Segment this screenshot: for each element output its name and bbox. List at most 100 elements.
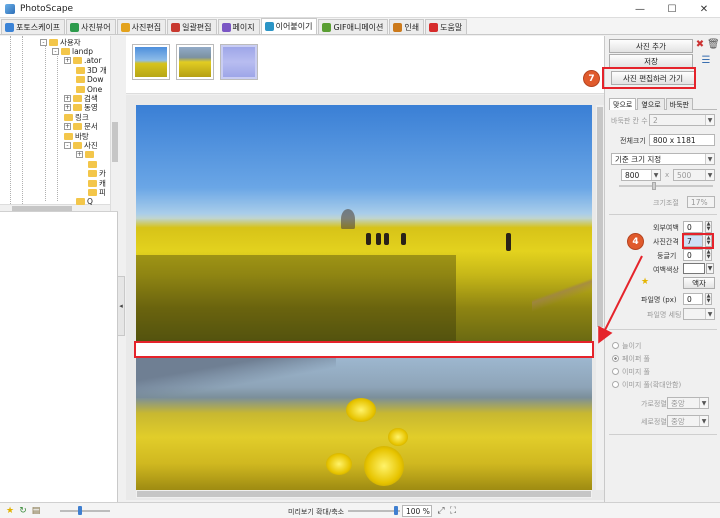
fit-to-window-icon[interactable]: ⤢ — [436, 506, 446, 516]
menu-list-icon[interactable]: ☰ — [695, 55, 717, 67]
scroll-thumb[interactable] — [112, 122, 118, 162]
tab-0[interactable]: 포토스케이프 — [1, 19, 66, 34]
expand-icon[interactable]: + — [64, 94, 71, 102]
title-bar: PhotoScape — ☐ ✕ — [0, 0, 720, 18]
total-size-label: 전체크기 — [620, 137, 646, 145]
tree-vertical-scrollbar[interactable] — [110, 36, 118, 211]
tab-3[interactable]: 일괄편집 — [167, 19, 217, 34]
tab-5[interactable]: 이어붙이기 — [260, 18, 318, 34]
expand-icon[interactable]: + — [64, 104, 71, 112]
folder-icon[interactable]: ▤ — [31, 506, 41, 516]
folder-icon — [76, 85, 85, 93]
radio-paper-fill[interactable] — [612, 355, 619, 362]
tab-label: 이어붙이기 — [275, 22, 313, 31]
folder-tree[interactable]: - 사용자 - landp + .ator 3D 개 Dow One + 검색 + 동영 링크 + 문서 바탕 -… — [0, 36, 118, 212]
tab-label: 사진뷰어 — [81, 22, 111, 32]
tree-item-label: Q — [87, 197, 93, 207]
file-size-stepper[interactable]: ▲ ▼ — [705, 293, 712, 305]
width-select[interactable]: 800 ▼ — [621, 169, 661, 181]
tab-icon — [120, 22, 130, 32]
vertical-align-label: 세로정렬 — [641, 418, 667, 426]
tab-1[interactable]: 사진뷰어 — [66, 19, 116, 34]
zoom-slider[interactable] — [348, 510, 400, 512]
frame-button[interactable]: 액자 — [683, 277, 715, 289]
margin-color-swatch[interactable] — [683, 263, 705, 274]
actual-size-icon[interactable]: ⛶ — [448, 506, 458, 516]
scale-slider[interactable] — [619, 185, 713, 187]
save-button[interactable]: 저장 — [609, 54, 693, 68]
thumb-size-slider-knob[interactable] — [78, 506, 82, 515]
height-select[interactable]: 500 ▼ — [673, 169, 715, 181]
tab-icon — [393, 22, 403, 32]
section-divider — [609, 329, 717, 330]
app-icon — [5, 3, 15, 14]
grid-count-select[interactable]: 2 ▼ — [649, 114, 715, 126]
collapse-icon[interactable]: - — [40, 38, 47, 46]
tab-2[interactable]: 사진편집 — [116, 19, 167, 34]
tab-vertical[interactable]: 맞으로 — [609, 98, 637, 110]
tree-item[interactable]: Q — [76, 197, 93, 207]
thumb-size-slider[interactable] — [60, 510, 110, 512]
tab-grid[interactable]: 바둑판 — [665, 98, 693, 110]
vertical-align-select[interactable]: 중앙 ▼ — [667, 415, 709, 427]
radio-image-fill[interactable] — [612, 368, 619, 375]
zoom-value[interactable]: 100 % — [402, 505, 432, 517]
radio-image-fill-no-zoom[interactable] — [612, 381, 619, 388]
close-button[interactable]: ✕ — [688, 0, 720, 18]
horizontal-align-select[interactable]: 중앙 ▼ — [667, 397, 709, 409]
filename-setting-select[interactable]: ▼ — [683, 308, 715, 320]
rounding-input[interactable]: 0 — [683, 249, 703, 261]
tab-6[interactable]: GIF애니메이션 — [318, 19, 389, 34]
scale-slider-knob[interactable] — [652, 182, 656, 190]
rotate-icon[interactable]: ↻ — [18, 506, 28, 516]
folder-icon — [85, 151, 94, 159]
collapse-icon[interactable]: - — [64, 141, 71, 149]
folder-icon — [73, 141, 82, 149]
trash-icon[interactable]: 🗑 — [707, 39, 720, 51]
base-size-select[interactable]: 기준 크기 지정 ▼ — [611, 153, 715, 165]
tab-4[interactable]: 페이지 — [217, 19, 260, 34]
color-dropdown-icon[interactable]: ▼ — [706, 263, 714, 274]
tab-8[interactable]: 도움말 — [425, 19, 468, 34]
rounding-stepper[interactable]: ▲ ▼ — [705, 249, 712, 261]
minimize-button[interactable]: — — [624, 0, 656, 18]
tab-label: 사진편집 — [131, 22, 162, 32]
canvas-vertical-scrollbar[interactable] — [596, 105, 604, 490]
tab-horizontal[interactable]: 옆으로 — [637, 98, 665, 110]
thumbnail-strip — [126, 36, 604, 94]
scroll-thumb[interactable] — [12, 206, 72, 211]
outer-margin-input[interactable]: 0 — [683, 221, 703, 233]
expand-icon[interactable]: + — [64, 123, 71, 131]
collapse-icon[interactable]: - — [52, 47, 59, 55]
tab-label: 일괄편집 — [182, 22, 212, 32]
file-size-label: 파일명 (px) — [641, 296, 677, 304]
add-photo-button[interactable]: 사진 추가 — [609, 39, 693, 53]
scroll-thumb[interactable] — [137, 491, 591, 497]
photo-thumbnail[interactable] — [220, 44, 258, 80]
tab-label: 포토스케이프 — [16, 22, 61, 32]
canvas-horizontal-scrollbar[interactable] — [136, 490, 592, 498]
tree-horizontal-scrollbar[interactable] — [0, 204, 110, 211]
photo-thumbnail[interactable] — [176, 44, 214, 80]
file-size-input[interactable]: 0 — [683, 293, 703, 305]
layout-tabs: 맞으로 옆으로 바둑판 — [609, 98, 717, 110]
remove-icon[interactable]: ✖ — [695, 39, 705, 51]
preview-photo-top — [136, 105, 592, 341]
expand-icon[interactable]: + — [76, 151, 83, 159]
tab-7[interactable]: 인쇄 — [389, 19, 425, 34]
horizontal-align-label: 가로정렬 — [641, 400, 667, 408]
horizontal-align-value: 중앙 — [671, 398, 685, 408]
tab-label: GIF애니메이션 — [333, 22, 384, 32]
collapse-left-panel-handle[interactable]: ◂ — [117, 276, 125, 336]
outer-margin-stepper[interactable]: ▲ ▼ — [705, 221, 712, 233]
maximize-button[interactable]: ☐ — [656, 0, 688, 18]
width-value: 800 — [625, 170, 640, 180]
star-icon[interactable]: ★ — [5, 506, 15, 516]
tab-icon — [171, 22, 181, 32]
photo-thumbnail[interactable] — [132, 44, 170, 80]
radio-stretch[interactable] — [612, 342, 619, 349]
expand-icon[interactable]: + — [64, 57, 71, 65]
zoom-slider-knob[interactable] — [394, 506, 398, 515]
scroll-thumb[interactable] — [597, 107, 603, 327]
gap-input-highlight-box — [682, 233, 714, 249]
